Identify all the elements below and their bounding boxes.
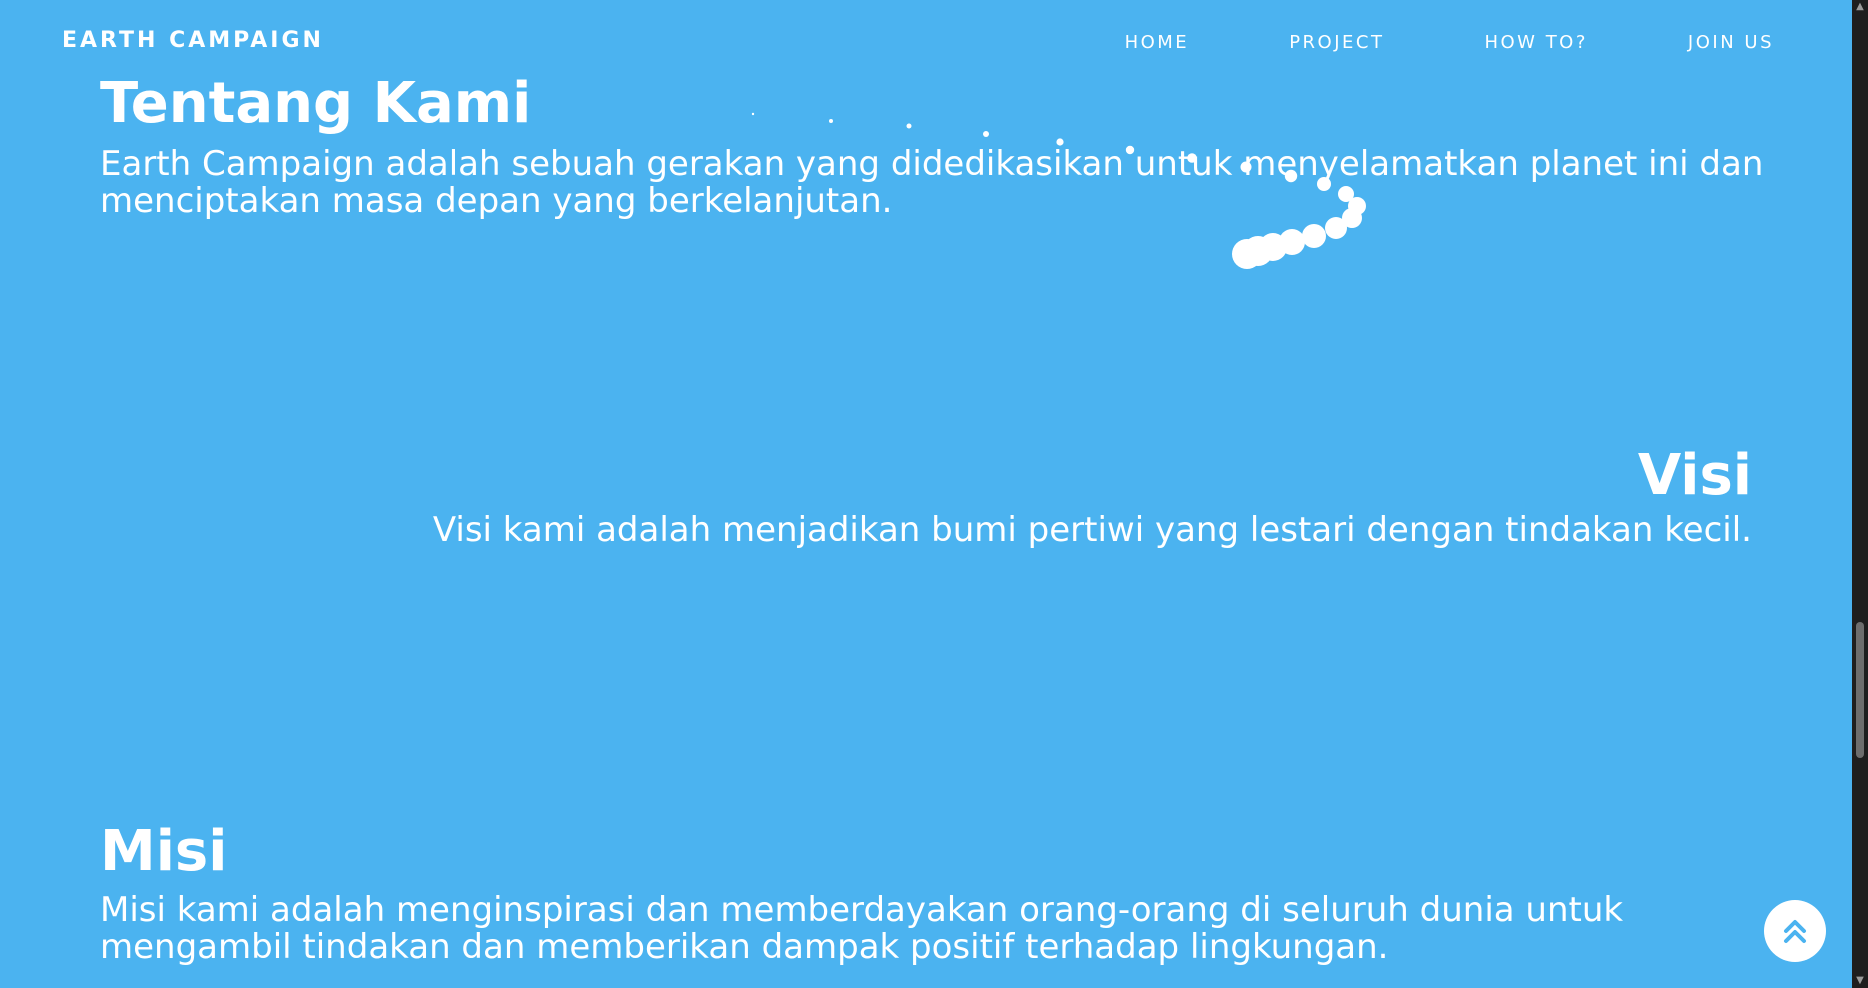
misi-title: Misi — [100, 819, 228, 884]
nav-link-project[interactable]: PROJECT — [1289, 32, 1384, 53]
back-to-top-button[interactable] — [1764, 900, 1826, 962]
navbar: EARTH CAMPAIGN HOME PROJECT HOW TO? JOIN… — [0, 0, 1852, 80]
visi-section: Visi Visi kami adalah menjadikan bumi pe… — [352, 448, 1752, 549]
nav-link-join-us[interactable]: JOIN US — [1688, 32, 1774, 53]
visi-text: Visi kami adalah menjadikan bumi pertiwi… — [432, 510, 1752, 550]
about-section: Tentang Kami Earth Campaign adalah sebua… — [100, 76, 1780, 220]
about-title: Tentang Kami — [100, 71, 532, 136]
misi-section: Misi Misi kami adalah menginspirasi dan … — [100, 824, 1700, 966]
about-text: Earth Campaign adalah sebuah gerakan yan… — [100, 144, 1764, 221]
nav-link-how-to[interactable]: HOW TO? — [1484, 32, 1587, 53]
visi-title: Visi — [1637, 443, 1752, 508]
scroll-down-arrow-icon[interactable]: ▼ — [1852, 974, 1868, 988]
vertical-scrollbar[interactable]: ▲ ▼ — [1852, 0, 1868, 988]
nav-links: HOME PROJECT HOW TO? JOIN US — [1125, 32, 1774, 53]
double-chevron-up-icon — [1784, 920, 1806, 943]
page: EARTH CAMPAIGN HOME PROJECT HOW TO? JOIN… — [0, 0, 1868, 988]
nav-link-home[interactable]: HOME — [1125, 32, 1190, 53]
misi-text: Misi kami adalah menginspirasi dan membe… — [100, 890, 1624, 967]
scroll-up-arrow-icon[interactable]: ▲ — [1852, 0, 1868, 14]
scrollbar-thumb[interactable] — [1856, 622, 1864, 758]
brand-logo[interactable]: EARTH CAMPAIGN — [62, 28, 324, 53]
